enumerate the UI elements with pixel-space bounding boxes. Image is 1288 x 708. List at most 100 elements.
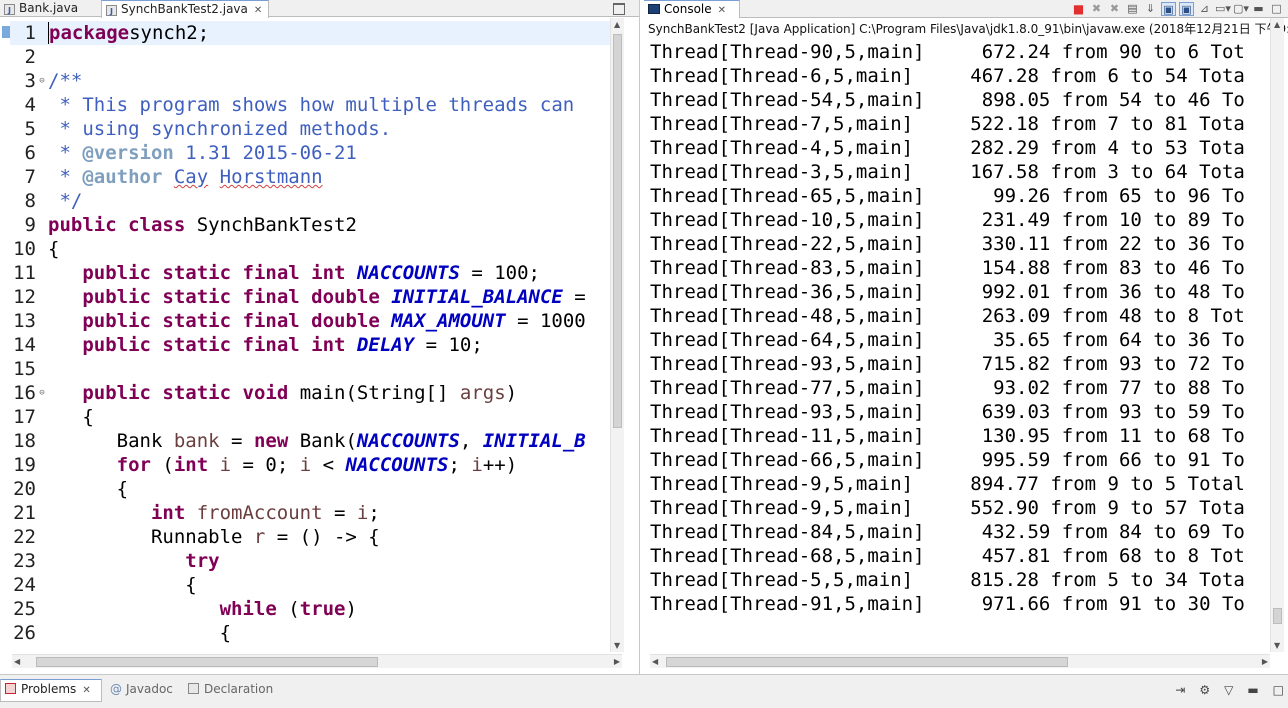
minimize-icon[interactable]: ▬ — [1251, 2, 1266, 16]
code-line[interactable]: 18 Bank bank = new Bank(NACCOUNTS, INITI… — [10, 429, 610, 453]
declaration-icon — [188, 683, 199, 694]
code-line[interactable]: 12 public static final double INITIAL_BA… — [10, 285, 610, 309]
code-line[interactable]: 13 public static final double MAX_AMOUNT… — [10, 309, 610, 333]
maximize-icon[interactable]: □ — [1269, 2, 1284, 16]
code-token: final — [242, 334, 300, 356]
close-icon[interactable]: ✕ — [718, 5, 726, 16]
display-selected-console-icon[interactable]: ▭▾ — [1215, 2, 1231, 16]
tab-javadoc[interactable]: @ Javadoc — [106, 680, 173, 700]
code-line[interactable]: 10 { — [10, 237, 610, 261]
pin-console-icon[interactable]: ⊿ — [1197, 2, 1212, 16]
console-horizontal-scrollbar[interactable]: ◀ ▶ — [650, 654, 1270, 668]
code-line[interactable]: 7 * @author Cay Horstmann — [10, 165, 610, 189]
code-token: { — [48, 478, 129, 500]
close-icon[interactable]: ✕ — [254, 5, 262, 16]
code-line[interactable]: 6 * @version 1.31 2015-06-21 — [10, 141, 610, 165]
code-line[interactable]: 3 ⊖/** — [10, 69, 610, 93]
scroll-left-icon[interactable]: ◀ — [14, 657, 20, 666]
view-menu-icon[interactable]: ▽ — [1224, 683, 1233, 697]
scroll-right-icon[interactable]: ▶ — [614, 657, 620, 666]
fold-toggle-icon[interactable]: ⊖ — [36, 381, 48, 405]
tab-label: Bank.java — [19, 1, 79, 15]
maximize-icon[interactable]: □ — [1273, 683, 1284, 697]
code-token: main(String[] — [288, 382, 460, 404]
clear-console-icon[interactable]: ▤ — [1125, 2, 1140, 16]
console-horizontal-scroll-thumb[interactable] — [666, 657, 1068, 667]
fold-toggle-icon[interactable]: ⊖ — [36, 69, 48, 93]
code-line[interactable]: 5 * using synchronized methods. — [10, 117, 610, 141]
scroll-lock-icon[interactable]: ⇓ — [1143, 2, 1158, 16]
code-line[interactable]: 25 while (true) — [10, 597, 610, 621]
code-token: Runnable — [48, 526, 254, 548]
scroll-left-icon[interactable]: ◀ — [652, 657, 658, 666]
show-on-output-icon[interactable]: ▣ — [1161, 2, 1176, 16]
show-on-error-icon[interactable]: ▣ — [1179, 2, 1194, 16]
code-line[interactable]: 23 try — [10, 549, 610, 573]
scroll-right-icon[interactable]: ▶ — [1262, 657, 1268, 666]
focus-on-workbench-icon[interactable]: ⇥ — [1175, 683, 1185, 697]
bookmark-marker — [2, 26, 10, 38]
code-line[interactable]: 19 for (int i = 0; i < NACCOUNTS; i++) — [10, 453, 610, 477]
code-editor[interactable]: 1 packagesynch2; 2 3 ⊖/** 4 * This program sh… — [10, 21, 610, 651]
console-output-line: Thread[Thread-90,5,main] 672.24 from 90 … — [650, 41, 1245, 63]
code-token: double — [311, 286, 380, 308]
console-output-line: Thread[Thread-77,5,main] 93.02 from 77 t… — [650, 377, 1245, 399]
close-icon[interactable]: ✕ — [82, 685, 90, 696]
code-token: SynchBankTest2 — [185, 214, 357, 236]
code-line[interactable]: 15 — [10, 357, 610, 381]
code-line[interactable]: 22 Runnable r = () -> { — [10, 525, 610, 549]
code-line[interactable]: 17 { — [10, 405, 610, 429]
code-line[interactable]: 1 packagesynch2; — [10, 21, 610, 45]
code-token: */ — [48, 190, 83, 212]
code-token: 1.31 2015-06-21 — [173, 142, 357, 164]
tab-declaration[interactable]: Declaration — [184, 680, 273, 700]
code-line[interactable]: 2 — [10, 45, 610, 69]
minimize-icon[interactable]: ▬ — [1247, 683, 1258, 697]
scroll-down-icon[interactable]: ▼ — [614, 641, 620, 650]
code-line[interactable]: 4 * This program shows how multiple thre… — [10, 93, 610, 117]
code-token: NACCOUNTS — [345, 454, 449, 476]
code-token: public — [82, 310, 151, 332]
code-token: static — [162, 310, 232, 332]
editor-vertical-scroll-thumb[interactable] — [613, 34, 622, 428]
code-line[interactable]: 9 public class SynchBankTest2 — [10, 213, 610, 237]
code-line[interactable]: 16 ⊖ public static void main(String[] arg… — [10, 381, 610, 405]
code-token: new — [253, 430, 289, 452]
code-token: Bank — [48, 430, 174, 452]
terminate-icon[interactable]: ■ — [1071, 2, 1086, 16]
console-vertical-scroll-thumb[interactable] — [1273, 608, 1282, 624]
code-line[interactable]: 26 { — [10, 621, 610, 645]
open-console-icon[interactable]: ▢▾ — [1233, 2, 1249, 16]
code-line[interactable]: 8 */ — [10, 189, 610, 213]
editor-horizontal-scrollbar[interactable]: ◀ ▶ — [12, 654, 622, 668]
code-line[interactable]: 24 { — [10, 573, 610, 597]
console-vertical-scrollbar[interactable]: ▲ ▼ — [1270, 18, 1284, 652]
scroll-down-icon[interactable]: ▼ — [1274, 641, 1280, 650]
console-output-line: Thread[Thread-93,5,main] 715.82 from 93 … — [650, 353, 1245, 375]
editor-vertical-scrollbar[interactable]: ▲ ▼ — [610, 18, 624, 652]
code-line[interactable]: 11 public static final int NACCOUNTS = 1… — [10, 261, 610, 285]
remove-all-launches-icon[interactable]: ✖ — [1107, 2, 1122, 16]
tab-synchbanktest2-java[interactable]: J SynchBankTest2.java ✕ — [101, 0, 269, 18]
console-output-line: Thread[Thread-11,5,main] 130.95 from 11 … — [650, 425, 1245, 447]
tab-console[interactable]: Console ✕ — [644, 0, 740, 18]
console-output-line: Thread[Thread-54,5,main] 898.05 from 54 … — [650, 89, 1245, 111]
code-line[interactable]: 21 int fromAccount = i; — [10, 501, 610, 525]
configure-icon[interactable]: ⚙ — [1199, 683, 1210, 697]
code-token: < — [311, 454, 346, 476]
remove-launch-icon[interactable]: ✖ — [1089, 2, 1104, 16]
code-line[interactable]: 14 public static final int DELAY = 10; — [10, 333, 610, 357]
console-output[interactable]: Thread[Thread-90,5,main] 672.24 from 90 … — [650, 40, 1274, 632]
tab-problems[interactable]: Problems ✕ — [0, 679, 102, 702]
scroll-up-icon[interactable]: ▲ — [614, 20, 620, 29]
scroll-up-icon[interactable]: ▲ — [1274, 20, 1280, 29]
code-line[interactable]: 20 { — [10, 477, 610, 501]
tab-bank-java[interactable]: J Bank.java — [0, 0, 100, 17]
code-token: i — [219, 454, 232, 476]
editor-horizontal-scroll-thumb[interactable] — [36, 657, 378, 667]
code-token: = — [562, 286, 586, 308]
code-token: while — [219, 598, 277, 620]
minimize-icon[interactable] — [613, 3, 625, 15]
